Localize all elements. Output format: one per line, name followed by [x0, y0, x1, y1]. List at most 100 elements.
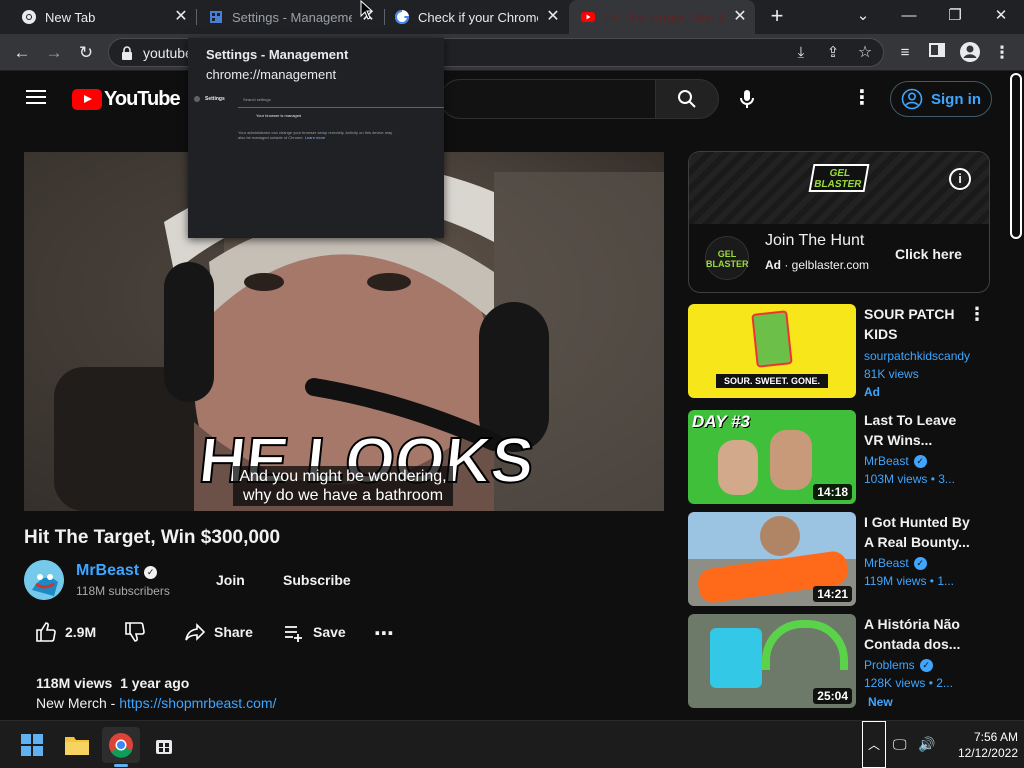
clock[interactable]: 7:56 AM 12/12/2022	[942, 729, 1018, 761]
like-button[interactable]: 2.9M	[35, 621, 96, 643]
minimize-icon[interactable]: —	[886, 0, 932, 34]
microsoft-store-icon[interactable]	[145, 727, 183, 763]
channel-text: MrBeast	[864, 454, 909, 468]
chrome-taskbar-icon[interactable]	[102, 727, 140, 767]
recommendation-meta: 103M views • 3...	[864, 472, 955, 486]
tab-settings-management[interactable]: Settings - Management ✕	[197, 0, 383, 34]
sign-in-button[interactable]: Sign in	[890, 81, 992, 117]
forward-icon[interactable]: →	[42, 41, 66, 65]
close-tab-icon[interactable]: ✕	[172, 8, 190, 26]
show-hidden-icons-button[interactable]: ︿	[862, 721, 886, 768]
channel-name[interactable]: MrBeast ✓	[76, 562, 158, 580]
search-button[interactable]	[655, 79, 719, 119]
recommendation-title: Last To Leave VR Wins...	[864, 410, 974, 450]
playlist-add-icon	[285, 626, 302, 642]
join-button[interactable]: Join	[216, 572, 245, 588]
profile-avatar-icon[interactable]	[958, 41, 982, 65]
os-taskbar: ︿ 🖵 🔊 7:56 AM 12/12/2022	[0, 720, 1024, 768]
ad-domain: gelblaster.com	[791, 258, 870, 272]
ad-info-icon[interactable]: i	[949, 168, 971, 190]
tab-title: Check if your Chrome b	[418, 9, 538, 25]
tab-title: Hit The Target, Win $30	[604, 9, 724, 25]
search-input[interactable]	[440, 79, 656, 119]
title-line: I Got Hunted By	[864, 514, 970, 530]
install-app-icon[interactable]: ⤓	[789, 41, 813, 65]
title-line: Contada dos...	[864, 636, 961, 652]
video-thumbnail: 25:04	[688, 614, 856, 708]
back-icon[interactable]: ←	[10, 41, 34, 65]
recommendation-meta: 81K views	[864, 367, 919, 381]
account-circle-icon	[901, 88, 923, 110]
subscribe-button[interactable]: Subscribe	[283, 572, 351, 588]
side-panel-icon[interactable]	[925, 41, 949, 65]
channel-avatar[interactable]	[24, 560, 64, 600]
close-tab-icon[interactable]: ✕	[731, 8, 749, 26]
recommendation-card[interactable]: SOUR. SWEET. GONE. SOUR PATCH KIDS ⋮ sour…	[688, 304, 990, 400]
hamburger-menu-icon[interactable]	[26, 89, 46, 105]
browser-menu-icon[interactable]: ⋮	[990, 41, 1014, 65]
lock-icon	[122, 46, 132, 60]
tab-check-chrome[interactable]: Check if your Chrome b ✕	[385, 0, 568, 34]
save-label: Save	[313, 624, 346, 640]
more-options-icon[interactable]: ⋮	[968, 304, 986, 325]
recommendation-title: I Got Hunted By A Real Bounty...	[864, 512, 974, 552]
file-explorer-icon[interactable]	[58, 727, 96, 763]
recommendation-channel[interactable]: MrBeast ✓	[864, 454, 927, 468]
settings-gear-icon	[194, 96, 200, 102]
recommendation-channel[interactable]: MrBeast ✓	[864, 556, 927, 570]
merch-link[interactable]: https://shopmrbeast.com/	[119, 695, 276, 711]
preview-managed-text: Your browser is managed	[256, 113, 302, 118]
recommendation-card[interactable]: DAY #3 14:18 Last To Leave VR Wins... MrB…	[688, 410, 990, 506]
recommendation-channel[interactable]: sourpatchkidscandy	[864, 349, 970, 363]
recommendation-meta: 128K views • 2...	[864, 676, 953, 690]
tab-search-chevron-icon[interactable]: ⌄	[840, 0, 886, 34]
video-caption: And you might be wondering, why do we ha…	[233, 466, 453, 506]
microphone-icon[interactable]	[735, 87, 759, 111]
share-page-icon[interactable]: ⇪	[821, 41, 845, 65]
media-queue-icon[interactable]: ≡	[893, 41, 917, 65]
close-tab-icon[interactable]: ✕	[544, 8, 562, 26]
save-button[interactable]: Save	[283, 621, 346, 643]
network-icon[interactable]: 🖵	[893, 736, 907, 753]
tab-new-tab[interactable]: New Tab ✕	[0, 0, 196, 34]
title-line: SOUR PATCH	[864, 306, 955, 322]
ad-banner: GEL BLASTER	[689, 152, 989, 224]
thumb-text: SOUR. SWEET. GONE.	[716, 374, 828, 388]
youtube-logo[interactable]: YouTube	[72, 88, 181, 111]
hover-card-title: Settings - Management	[206, 47, 349, 62]
search-icon	[678, 90, 696, 108]
ad-cta-button[interactable]: Click here	[895, 246, 962, 262]
restore-icon[interactable]: ❐	[932, 0, 978, 34]
settings-more-icon[interactable]: ⋮	[850, 87, 874, 111]
video-duration: 25:04	[813, 688, 852, 704]
like-count: 2.9M	[65, 624, 97, 640]
new-tab-button[interactable]: +	[756, 0, 798, 34]
windows-start-icon[interactable]	[13, 727, 51, 763]
url-text: youtube	[143, 45, 193, 61]
hover-card-preview: Settings Search settings Your browser is…	[188, 90, 444, 238]
green-arm-shape	[762, 620, 848, 670]
ad-card[interactable]: GEL BLASTER i GEL BLASTER Join The Hunt Ad…	[688, 151, 990, 293]
youtube-icon	[581, 12, 595, 22]
share-label: Share	[214, 624, 253, 640]
channel-text: Problems	[864, 658, 915, 672]
caption-line-1: And you might be wondering,	[239, 468, 447, 485]
bookmark-star-icon[interactable]: ☆	[853, 41, 877, 65]
recommendation-card[interactable]: 25:04 A História Não Contada dos... Probl…	[688, 614, 990, 710]
scrollbar-thumb[interactable]	[1010, 73, 1022, 239]
close-window-icon[interactable]: ✕	[978, 0, 1024, 34]
volume-icon[interactable]: 🔊	[918, 736, 935, 753]
share-button[interactable]: Share	[184, 621, 253, 643]
mouse-cursor-icon	[360, 0, 374, 20]
channel-name-text: MrBeast	[76, 562, 140, 579]
more-actions-icon[interactable]: ⋯	[374, 621, 394, 646]
chevron-up-icon: ︿	[867, 738, 880, 752]
reload-icon[interactable]: ↻	[74, 41, 98, 65]
dislike-button[interactable]	[124, 621, 146, 643]
recommendation-card[interactable]: 14:21 I Got Hunted By A Real Bounty... Mr…	[688, 512, 990, 608]
video-thumbnail: DAY #3 14:18	[688, 410, 856, 504]
tab-youtube-video[interactable]: Hit The Target, Win $30 ✕	[569, 0, 755, 34]
channel-text: MrBeast	[864, 556, 909, 570]
recommendation-channel[interactable]: Problems ✓	[864, 658, 933, 672]
sign-in-label: Sign in	[931, 90, 981, 108]
